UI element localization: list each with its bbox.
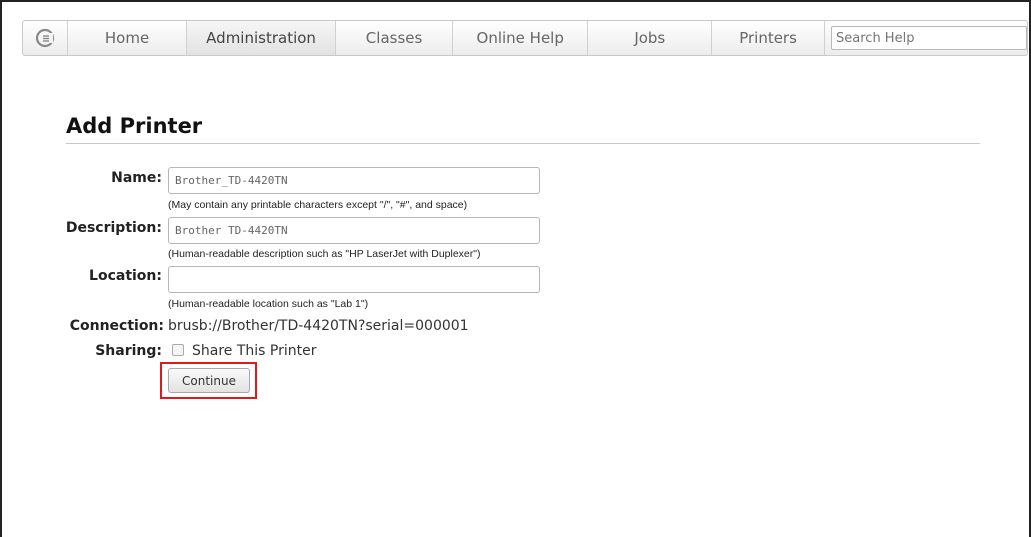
share-printer-label[interactable]: Share This Printer <box>192 343 316 359</box>
location-hint: (Human-readable location such as "Lab 1"… <box>168 298 369 310</box>
name-field[interactable] <box>168 167 540 194</box>
title-divider <box>66 143 980 144</box>
description-label: Description: <box>65 220 162 236</box>
cups-logo-icon[interactable] <box>23 21 69 55</box>
name-hint: (May contain any printable characters ex… <box>168 199 468 211</box>
tab-jobs[interactable]: Jobs <box>588 21 713 55</box>
name-label: Name: <box>111 170 162 186</box>
search-input[interactable] <box>831 26 1028 50</box>
search-container <box>825 21 1028 55</box>
description-field[interactable] <box>168 217 540 244</box>
tab-home[interactable]: Home <box>68 21 187 55</box>
connection-value: brusb://Brother/TD-4420TN?serial=000001 <box>168 318 469 334</box>
tab-printers[interactable]: Printers <box>712 21 826 55</box>
page-title: Add Printer <box>66 114 203 138</box>
location-label: Location: <box>89 268 162 284</box>
tab-classes[interactable]: Classes <box>336 21 453 55</box>
description-hint: (Human-readable description such as "HP … <box>168 248 481 260</box>
top-navigation-bar: Home Administration Classes Online Help … <box>22 20 1028 56</box>
connection-label: Connection: <box>69 318 164 334</box>
tab-online-help[interactable]: Online Help <box>453 21 589 55</box>
sharing-label: Sharing: <box>95 343 162 359</box>
location-field[interactable] <box>168 266 540 293</box>
share-printer-checkbox[interactable] <box>172 344 184 356</box>
continue-button[interactable]: Continue <box>168 368 250 393</box>
tab-administration[interactable]: Administration <box>186 21 337 55</box>
